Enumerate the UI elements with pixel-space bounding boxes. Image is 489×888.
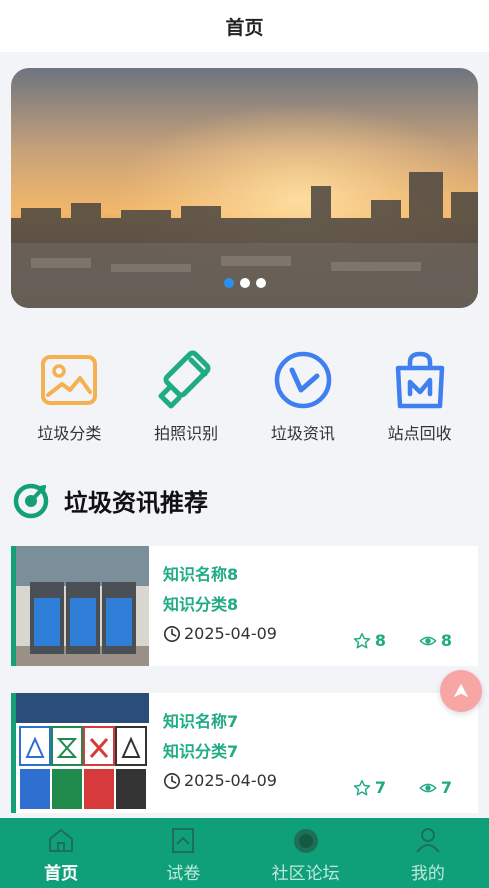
top-nav-bar: 首页: [0, 0, 489, 52]
image-frame-icon: [37, 348, 101, 412]
quick-action-label: 拍照识别: [154, 424, 219, 443]
article-name: 知识名称8: [163, 565, 239, 584]
user-icon: [412, 824, 444, 856]
exam-icon: [167, 824, 199, 856]
article-like-count: 7: [374, 778, 386, 797]
arrow-up-icon: [453, 683, 469, 698]
article-info: 知识名称7 知识分类7 2025-04-09 7 7: [149, 693, 478, 813]
carousel-dot[interactable]: [223, 278, 234, 288]
article-card[interactable]: 知识名称8 知识分类8 2025-04-09 8 8: [11, 546, 478, 666]
tab-mine[interactable]: 我的: [367, 818, 489, 888]
paint-roller-icon: [154, 348, 218, 412]
news-circle-icon: [271, 348, 335, 412]
page-title: 首页: [225, 16, 264, 39]
article-thumbnail: [16, 693, 149, 813]
article-name: 知识名称7: [163, 712, 239, 731]
tab-home[interactable]: 首页: [0, 818, 122, 888]
quick-actions: 垃圾分类 拍照识别 垃圾资讯 站点回收: [11, 348, 478, 448]
home-icon: [45, 824, 77, 856]
tab-label: 首页: [44, 864, 79, 884]
quick-action-label: 垃圾资讯: [270, 424, 335, 443]
star-icon: [353, 779, 371, 795]
article-category: 知识分类8: [163, 595, 239, 614]
carousel-dots: [11, 278, 478, 288]
eye-icon: [419, 783, 437, 792]
clock-icon: [163, 772, 181, 789]
tab-forum[interactable]: 社区论坛: [245, 818, 367, 888]
article-category: 知识分类7: [163, 742, 239, 761]
article-likes: 7: [353, 778, 386, 797]
article-like-count: 8: [374, 631, 386, 650]
star-icon: [353, 632, 371, 648]
tab-label: 我的: [410, 864, 445, 884]
quick-action-station-recycle[interactable]: 站点回收: [365, 348, 475, 448]
article-date: 2025-04-09: [184, 624, 277, 643]
shopping-bag-icon: [388, 348, 452, 412]
article-likes: 8: [353, 631, 386, 650]
article-info: 知识名称8 知识分类8 2025-04-09 8 8: [149, 546, 478, 666]
carousel-dot[interactable]: [255, 278, 266, 288]
eye-icon: [419, 636, 437, 645]
quick-action-label: 垃圾分类: [37, 424, 102, 443]
clock-icon: [163, 625, 181, 642]
target-icon: [13, 483, 49, 519]
article-date: 2025-04-09: [184, 771, 277, 790]
quick-action-photo-recognize[interactable]: 拍照识别: [131, 348, 241, 448]
bottom-tab-bar: 首页 试卷 社区论坛 我的: [0, 818, 489, 888]
section-header: 垃圾资讯推荐: [12, 480, 208, 520]
tab-label: 试卷: [166, 864, 201, 884]
article-thumbnail: [16, 546, 149, 666]
article-views: 8: [419, 631, 452, 650]
section-title: 垃圾资讯推荐: [64, 488, 208, 517]
banner-carousel[interactable]: [11, 68, 478, 308]
article-view-count: 8: [440, 631, 452, 650]
carousel-dot[interactable]: [239, 278, 250, 288]
quick-action-label: 站点回收: [387, 424, 452, 443]
article-views: 7: [419, 778, 452, 797]
tab-exam[interactable]: 试卷: [122, 818, 244, 888]
forum-icon: [290, 824, 322, 856]
quick-action-garbage-news[interactable]: 垃圾资讯: [248, 348, 358, 448]
article-card[interactable]: 知识名称7 知识分类7 2025-04-09 7 7: [11, 693, 478, 813]
quick-action-garbage-sorting[interactable]: 垃圾分类: [14, 348, 124, 448]
tab-label: 社区论坛: [271, 864, 340, 884]
back-to-top-button[interactable]: [440, 670, 482, 712]
banner-image: [11, 68, 478, 308]
article-view-count: 7: [440, 778, 452, 797]
